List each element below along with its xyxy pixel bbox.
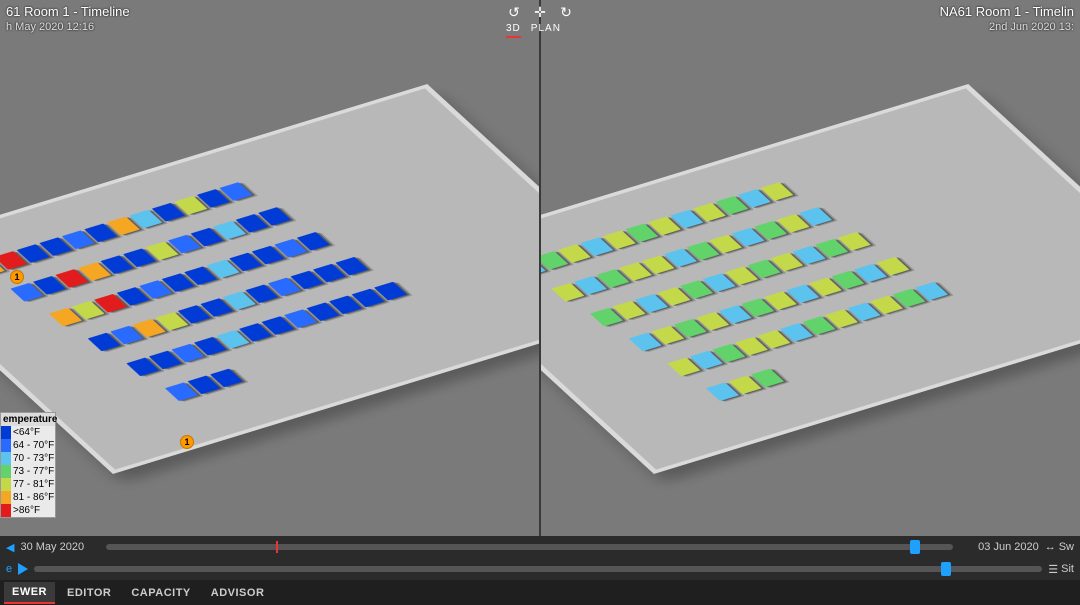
viewport-right-subtitle: 2nd Jun 2020 13: bbox=[940, 21, 1074, 33]
tab-capacity[interactable]: CAPACITY bbox=[123, 583, 198, 603]
tab-viewer[interactable]: EWER bbox=[4, 582, 55, 604]
viewport-left-title: 61 Room 1 - Timeline bbox=[6, 4, 130, 19]
viewport-left[interactable]: 61 Room 1 - Timeline h May 2020 12:16 bbox=[0, 0, 539, 536]
rotate-ccw-icon[interactable]: ↺ bbox=[506, 4, 522, 20]
timeline-tick[interactable] bbox=[276, 541, 278, 553]
timeline-panel: ◀ 30 May 2020 03 Jun 2020 ↔ Sw e ☰ Sit bbox=[0, 536, 1080, 580]
timeline-start-date: 30 May 2020 bbox=[20, 541, 100, 553]
viewport-right-title: NA61 Room 1 - Timelin bbox=[940, 4, 1074, 19]
tab-editor[interactable]: EDITOR bbox=[59, 583, 119, 603]
site-button[interactable]: ☰ Sit bbox=[1048, 563, 1074, 576]
viewport-right[interactable]: NA61 Room 1 - Timelin 2nd Jun 2020 13: bbox=[539, 0, 1080, 536]
legend-label: 81 - 86°F bbox=[13, 492, 54, 503]
legend-label: 77 - 81°F bbox=[13, 479, 54, 490]
viewport-left-header: 61 Room 1 - Timeline h May 2020 12:16 bbox=[6, 4, 130, 33]
tab-advisor[interactable]: ADVISOR bbox=[203, 583, 273, 603]
legend-swatch bbox=[1, 452, 11, 465]
timeline-upper-track[interactable] bbox=[106, 544, 952, 550]
legend-label: 73 - 77°F bbox=[13, 466, 54, 477]
legend-row: 77 - 81°F bbox=[1, 478, 55, 491]
temperature-legend: emperature <64°F 64 - 70°F 70 - 73°F 73 … bbox=[0, 412, 56, 518]
view-control-icons: ↺ ✛ ↻ bbox=[506, 4, 574, 20]
rotate-cw-icon[interactable]: ↻ bbox=[558, 4, 574, 20]
timeline-lower-track[interactable] bbox=[34, 566, 1042, 572]
legend-swatch bbox=[1, 439, 11, 452]
legend-row: >86°F bbox=[1, 504, 55, 517]
legend-label: 70 - 73°F bbox=[13, 453, 54, 464]
legend-title: emperature bbox=[1, 413, 55, 426]
legend-label: 64 - 70°F bbox=[13, 440, 54, 451]
legend-row: <64°F bbox=[1, 426, 55, 439]
legend-row: 73 - 77°F bbox=[1, 465, 55, 478]
timeline-upper: ◀ 30 May 2020 03 Jun 2020 ↔ Sw bbox=[0, 536, 1080, 558]
view-controls: ↺ ✛ ↻ 3D PLAN bbox=[506, 4, 574, 38]
layers-icon: ☰ bbox=[1048, 563, 1058, 576]
legend-swatch bbox=[1, 491, 11, 504]
viewports: 61 Room 1 - Timeline h May 2020 12:16 bbox=[0, 0, 1080, 536]
alert-pin[interactable]: 1 bbox=[180, 435, 194, 449]
bottom-tabs: EWER EDITOR CAPACITY ADVISOR bbox=[0, 580, 1080, 605]
play-button[interactable] bbox=[18, 563, 28, 575]
legend-swatch bbox=[1, 504, 11, 517]
timeline-lower: e ☰ Sit bbox=[0, 558, 1080, 580]
timeline-lower-marker[interactable] bbox=[941, 562, 951, 576]
alert-pin[interactable]: 1 bbox=[10, 270, 24, 284]
back-icon[interactable]: ◀ bbox=[6, 541, 14, 554]
legend-row: 64 - 70°F bbox=[1, 439, 55, 452]
timeline-lower-label: e bbox=[6, 563, 12, 575]
legend-swatch bbox=[1, 478, 11, 491]
view-mode-tabs: 3D PLAN bbox=[506, 23, 574, 38]
room-floor-left bbox=[0, 84, 539, 474]
site-label: Sit bbox=[1061, 563, 1074, 575]
swap-label: Sw bbox=[1059, 541, 1074, 553]
legend-swatch bbox=[1, 426, 11, 439]
app-root: 61 Room 1 - Timeline h May 2020 12:16 bbox=[0, 0, 1080, 605]
room-floor-right bbox=[539, 84, 1080, 474]
legend-swatch bbox=[1, 465, 11, 478]
view-mode-3d[interactable]: 3D bbox=[506, 23, 521, 38]
timeline-end-date: 03 Jun 2020 bbox=[959, 541, 1039, 553]
legend-row: 70 - 73°F bbox=[1, 452, 55, 465]
viewport-right-header: NA61 Room 1 - Timelin 2nd Jun 2020 13: bbox=[940, 4, 1074, 33]
legend-label: <64°F bbox=[13, 427, 40, 438]
swap-button[interactable]: ↔ Sw bbox=[1045, 541, 1074, 553]
timeline-marker[interactable] bbox=[910, 540, 920, 554]
legend-row: 81 - 86°F bbox=[1, 491, 55, 504]
view-mode-plan[interactable]: PLAN bbox=[531, 23, 561, 38]
viewport-left-subtitle: h May 2020 12:16 bbox=[6, 21, 130, 33]
legend-label: >86°F bbox=[13, 505, 40, 516]
recenter-icon[interactable]: ✛ bbox=[532, 4, 548, 20]
